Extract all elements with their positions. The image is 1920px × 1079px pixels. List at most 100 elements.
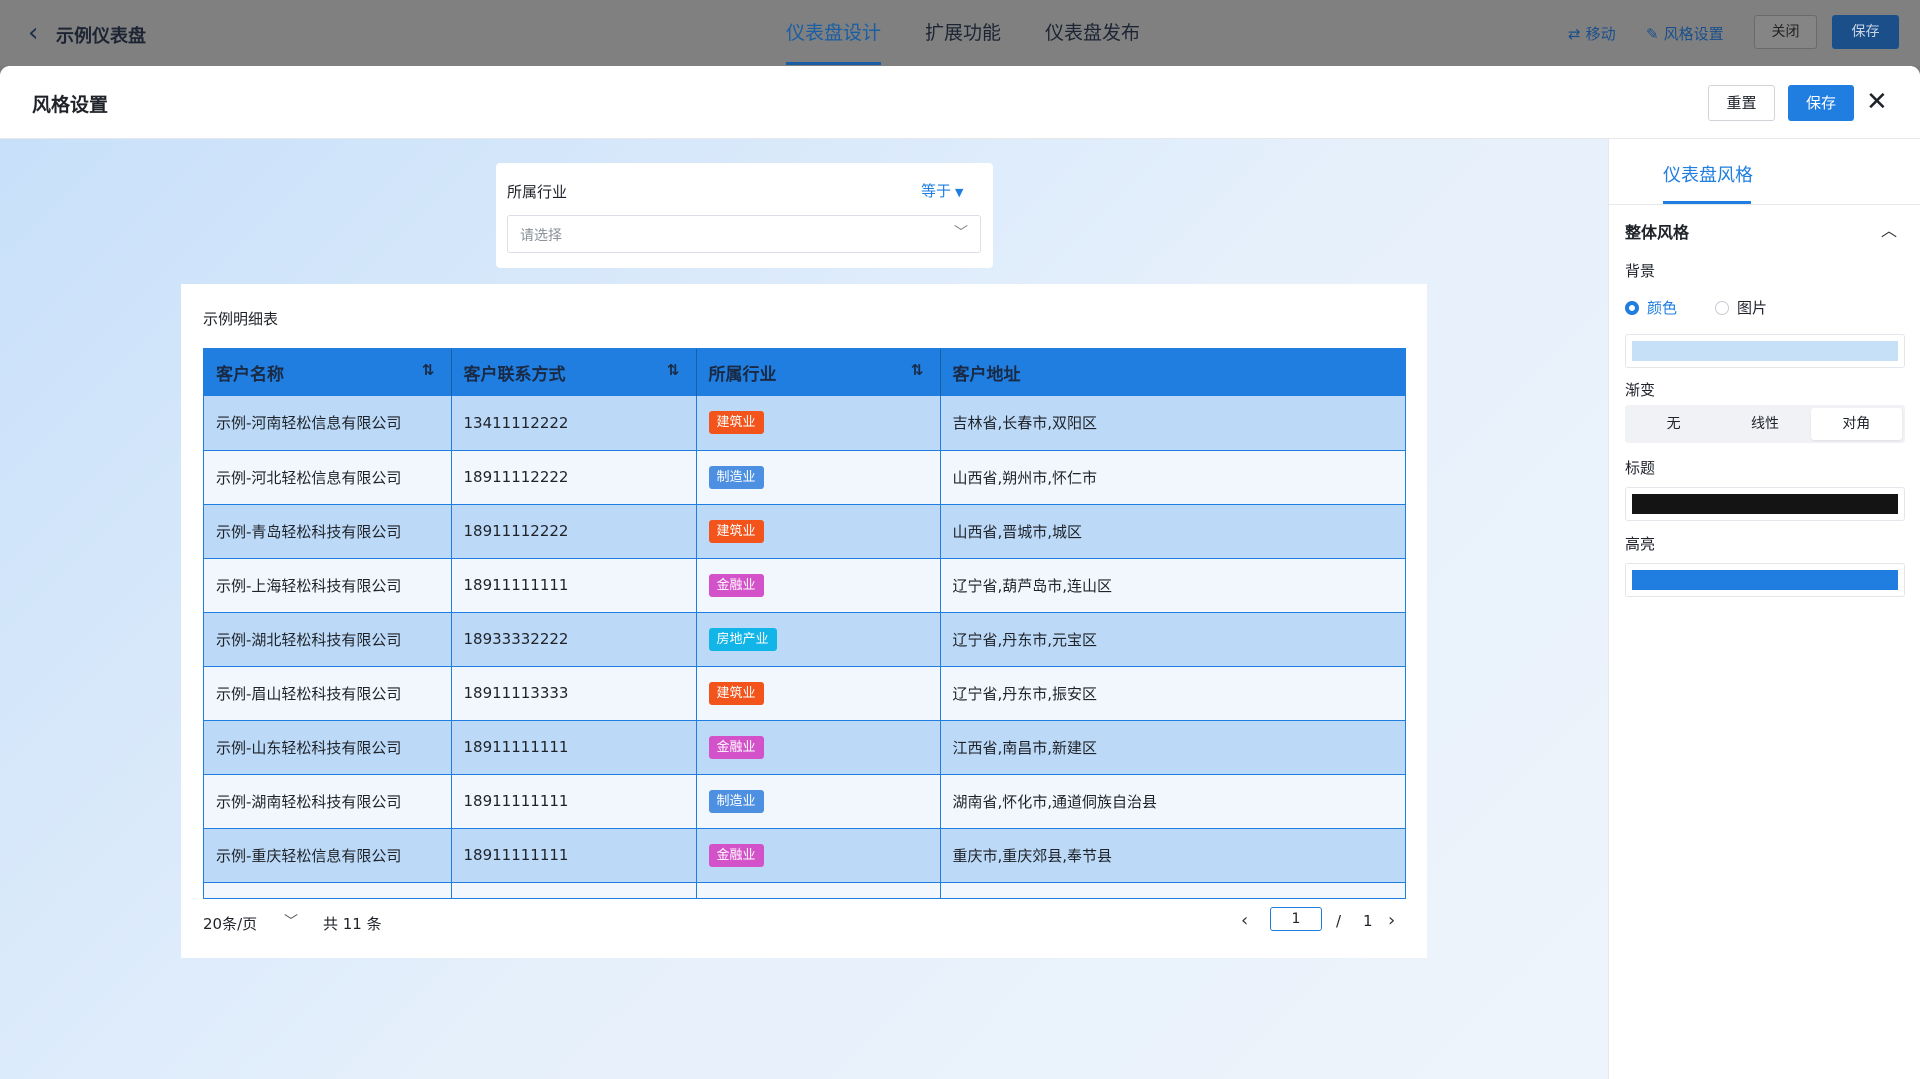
cell-customer-name: 示例-湖南轻松科技有限公司 — [204, 774, 452, 829]
table-row[interactable]: 示例-山东轻松科技有限公司 18911111111 金融业 江西省,南昌市,新建区 — [204, 720, 1405, 775]
column-header-industry[interactable]: 所属行业 ⇅ — [696, 349, 941, 396]
tab-dashboard-style[interactable]: 仪表盘风格 — [1663, 161, 1753, 187]
chevron-down-icon[interactable]: ﹀ — [284, 911, 298, 931]
tab-extensions[interactable]: 扩展功能 — [925, 0, 1001, 66]
close-button[interactable]: 关闭 — [1754, 15, 1817, 49]
cell-customer-name: 示例-河南轻松信息有限公司 — [204, 396, 452, 451]
industry-tag: 建筑业 — [708, 681, 764, 705]
title-color-label: 标题 — [1625, 459, 1656, 477]
cell-customer-name: 示例-重庆轻松信息有限公司 — [204, 828, 452, 883]
sort-icon[interactable]: ⇅ — [911, 361, 924, 379]
chevron-right-icon[interactable]: › — [1388, 910, 1395, 931]
chevron-left-icon[interactable]: ‹ — [28, 20, 38, 46]
cell-customer-address: 山西省,朔州市,怀仁市 — [940, 450, 1405, 505]
reset-button[interactable]: 重置 — [1708, 85, 1775, 121]
gradient-option-diagonal[interactable]: 对角 — [1810, 408, 1902, 440]
table-row[interactable]: 示例-重庆轻松信息有限公司 18911111111 金融业 重庆市,重庆郊县,奉节县 — [204, 828, 1405, 883]
cell-customer-name: 示例-眉山轻松科技有限公司 — [204, 666, 452, 721]
cell-industry: 金融业 — [696, 882, 941, 898]
table-row[interactable]: 示例-湖南轻松科技有限公司 18911111111 制造业 湖南省,怀化市,通道侗族自… — [204, 774, 1405, 829]
page-size-select[interactable]: 20条/页 — [203, 913, 257, 934]
radio-dot — [1625, 300, 1639, 315]
filter-operator-label: 等于 — [921, 182, 952, 200]
industry-tag: 建筑业 — [708, 411, 764, 435]
gradient-option-linear[interactable]: 线性 — [1719, 408, 1810, 440]
filter-select[interactable]: 请选择 ﹀ — [507, 215, 981, 253]
cell-industry: 建筑业 — [696, 396, 941, 451]
sort-icon[interactable]: ⇅ — [667, 361, 680, 379]
table-row[interactable]: 示例-河南轻松信息有限公司 13411112222 建筑业 吉林省,长春市,双阳区 — [204, 396, 1405, 451]
cell-customer-name: 示例-青岛轻松科技有限公司 — [204, 504, 452, 559]
filter-select-placeholder: 请选择 — [520, 228, 562, 244]
cell-customer-phone: 18911111111 — [451, 828, 697, 883]
column-header-name[interactable]: 客户名称 ⇅ — [204, 349, 452, 396]
table-scroll-area[interactable]: 客户名称 ⇅ 客户联系方式 ⇅ 所属行业 ⇅ 客户地址 示例-河南轻松信息有限公司 13… — [203, 348, 1406, 899]
cell-customer-phone: 13411112222 — [451, 396, 697, 451]
cell-customer-phone: 18911112222 — [451, 450, 697, 505]
cell-customer-name: 示例-湖北轻松科技有限公司 — [204, 612, 452, 667]
table-title: 示例明细表 — [203, 310, 279, 328]
save-button[interactable]: 保存 — [1832, 15, 1899, 49]
table-body: 示例-河南轻松信息有限公司 13411112222 建筑业 吉林省,长春市,双阳区 示例… — [204, 396, 1405, 898]
industry-filter: 所属行业 等于 ▼ 请选择 ﹀ — [496, 163, 993, 268]
table-header-row: 客户名称 ⇅ 客户联系方式 ⇅ 所属行业 ⇅ 客户地址 — [204, 349, 1405, 396]
tab-dashboard-design[interactable]: 仪表盘设计 — [786, 0, 882, 66]
radio-bg-color[interactable]: 颜色 — [1625, 297, 1677, 318]
table-row[interactable]: 示例-眉山轻松科技有限公司 18911113333 建筑业 辽宁省,丹东市,振安区 — [204, 666, 1405, 721]
background-color-picker[interactable] — [1625, 334, 1905, 368]
tab-publish[interactable]: 仪表盘发布 — [1045, 0, 1140, 66]
close-icon[interactable]: ✕ — [1866, 86, 1888, 118]
cell-industry: 金融业 — [696, 720, 941, 775]
radio-dot — [1715, 300, 1729, 315]
color-swatch — [1632, 494, 1898, 514]
column-header-phone[interactable]: 客户联系方式 ⇅ — [451, 349, 697, 396]
cell-customer-address: 辽宁省,丹东市,振安区 — [940, 666, 1405, 721]
color-swatch — [1632, 341, 1898, 361]
table-row[interactable]: 金融业 — [204, 882, 1405, 898]
move-button[interactable]: ⇄ 移动 — [1568, 23, 1616, 44]
highlight-color-label: 高亮 — [1625, 535, 1656, 553]
table-row[interactable]: 示例-上海轻松科技有限公司 18911111111 金融业 辽宁省,葫芦岛市,连山区 — [204, 558, 1405, 613]
filter-operator-dropdown[interactable]: 等于 ▼ — [921, 180, 963, 201]
table-row[interactable]: 示例-青岛轻松科技有限公司 18911112222 建筑业 山西省,晋城市,城区 — [204, 504, 1405, 559]
detail-table: 客户名称 ⇅ 客户联系方式 ⇅ 所属行业 ⇅ 客户地址 示例-河南轻松信息有限公司 13… — [204, 349, 1405, 898]
cell-industry: 制造业 — [696, 450, 941, 505]
radio-bg-image[interactable]: 图片 — [1715, 297, 1767, 318]
industry-tag: 制造业 — [708, 789, 764, 813]
chevron-down-icon: ﹀ — [954, 225, 968, 241]
sort-icon[interactable]: ⇅ — [422, 361, 435, 379]
cell-customer-phone: 18933332222 — [451, 612, 697, 667]
dashboard-canvas: 所属行业 等于 ▼ 请选择 ﹀ 示例明细表 客户名称 ⇅ 客户联系方式 ⇅ 所属… — [0, 139, 1608, 1079]
page-number-input[interactable]: 1 — [1270, 907, 1322, 931]
section-title: 整体风格 — [1625, 223, 1690, 242]
table-row[interactable]: 示例-湖北轻松科技有限公司 18933332222 房地产业 辽宁省,丹东市,元宝区 — [204, 612, 1405, 667]
background-label: 背景 — [1625, 262, 1656, 280]
chevron-up-icon[interactable]: ︿ — [1881, 217, 1897, 241]
table-row[interactable]: 示例-河北轻松信息有限公司 18911112222 制造业 山西省,朔州市,怀仁市 — [204, 450, 1405, 505]
swap-arrows-icon: ⇄ — [1568, 24, 1581, 43]
cell-customer-phone: 18911113333 — [451, 666, 697, 721]
style-settings-button[interactable]: ✎ 风格设置 — [1646, 23, 1724, 44]
style-panel: 仪表盘风格 整体风格 ︿ 背景 颜色 图片 渐变 无 线性 对角 标题 高亮 — [1608, 139, 1920, 1079]
highlight-color-picker[interactable] — [1625, 563, 1905, 597]
header-tabs: 仪表盘设计 扩展功能 仪表盘发布 — [786, 0, 1184, 66]
title-color-picker[interactable] — [1625, 487, 1905, 521]
chevron-left-icon[interactable]: ‹ — [1241, 910, 1248, 931]
cell-customer-name: 示例-上海轻松科技有限公司 — [204, 558, 452, 613]
radio-label: 图片 — [1737, 299, 1768, 317]
detail-table-card: 示例明细表 客户名称 ⇅ 客户联系方式 ⇅ 所属行业 ⇅ 客户地址 示例-河南轻… — [181, 284, 1427, 958]
caret-down-icon: ▼ — [955, 186, 964, 199]
gradient-option-none[interactable]: 无 — [1628, 408, 1719, 440]
move-label: 移动 — [1585, 25, 1616, 43]
column-header-address[interactable]: 客户地址 — [940, 349, 1405, 396]
color-swatch — [1632, 570, 1898, 590]
column-header-label: 客户联系方式 — [463, 365, 566, 385]
cell-customer-name: 示例-河北轻松信息有限公司 — [204, 450, 452, 505]
modal-save-button[interactable]: 保存 — [1788, 85, 1854, 121]
app-header: ‹ 示例仪表盘 仪表盘设计 扩展功能 仪表盘发布 ⇄ 移动 ✎ 风格设置 关闭 … — [0, 0, 1920, 66]
cell-industry: 建筑业 — [696, 666, 941, 721]
pencil-icon: ✎ — [1646, 24, 1659, 43]
cell-customer-phone: 18911111111 — [451, 720, 697, 775]
column-header-label: 客户地址 — [952, 365, 1021, 385]
cell-industry: 房地产业 — [696, 612, 941, 667]
